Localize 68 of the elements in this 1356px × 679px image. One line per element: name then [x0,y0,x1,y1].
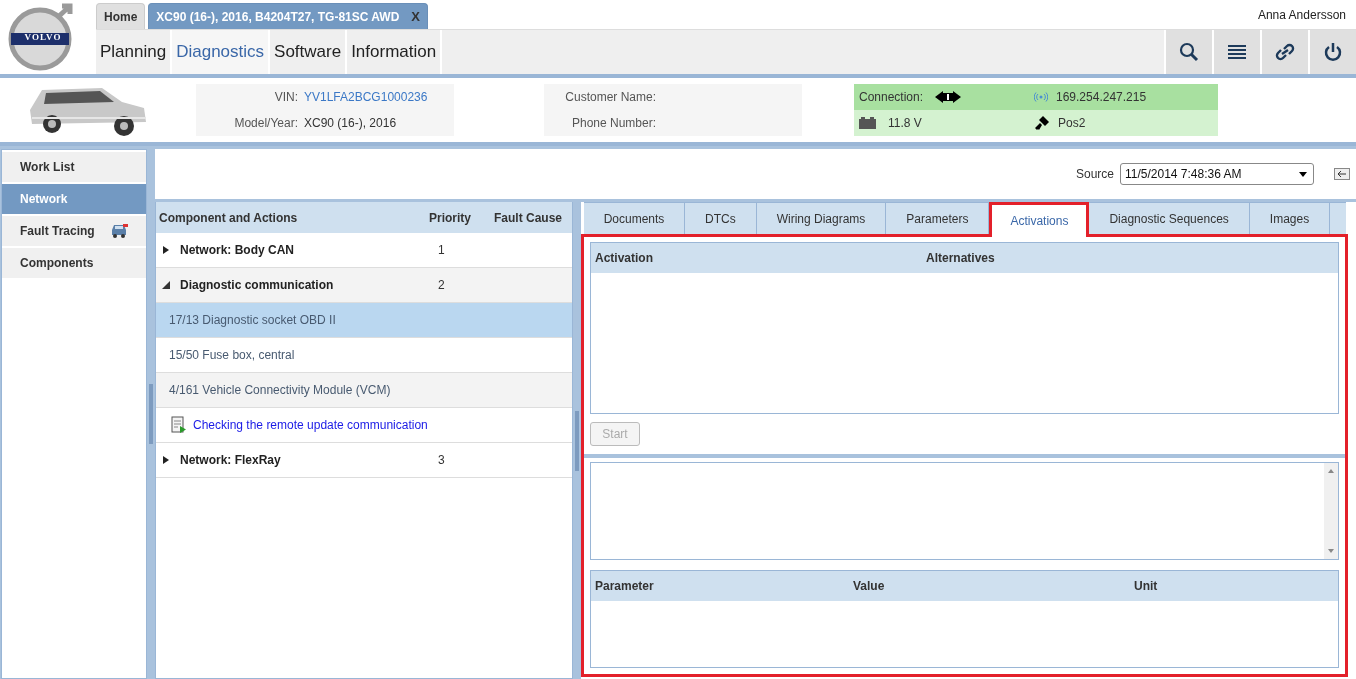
column-header: Activation [595,251,654,265]
scrollbar[interactable] [1324,463,1338,559]
menu-icon [1228,44,1246,60]
connector-icon [935,91,962,103]
tab[interactable]: Activations [989,202,1090,237]
column-header: Value [853,579,886,593]
expand-icon[interactable] [162,456,170,464]
field-label: Customer Name: [564,90,656,104]
logo-text: VOLVO [24,32,62,42]
column-header: Component and Actions [159,210,299,225]
tab[interactable]: Diagnostic Sequences [1089,202,1250,234]
tree-group-label[interactable]: Network: FlexRay [180,453,438,467]
sidebar-item[interactable]: Components [2,248,146,278]
caret-icon [1299,171,1307,177]
user-name: Anna Andersson [1257,7,1347,22]
column-header: Alternatives [926,251,995,265]
ip-address: 169.254.247.215 [1056,90,1147,104]
column-header: Fault Cause [494,210,562,225]
field-label: VIN: [273,90,298,104]
tab[interactable]: Documents [584,202,685,234]
link-icon [1275,43,1295,61]
signal-icon [1034,92,1048,102]
document-tab[interactable]: Home [96,3,146,29]
priority-value: 1 [438,243,446,257]
source-label: Source [1075,167,1114,181]
nav-item[interactable]: Information [347,30,443,74]
tab[interactable]: Images [1249,202,1331,234]
search-button[interactable] [1164,30,1212,74]
sidebar-item[interactable]: Fault Tracing [2,216,146,246]
key-position: Pos2 [1058,116,1086,130]
scroll-up-icon[interactable] [1328,469,1334,473]
tree-group-label[interactable]: Network: Body CAN [180,243,438,257]
vin-value: YV1LFA2BCG1000236 [304,90,428,104]
priority-value: 3 [438,453,446,467]
link-button[interactable] [1260,30,1308,74]
battery-icon [859,117,876,129]
tree-group-label[interactable]: Diagnostic communication [180,278,438,292]
power-button[interactable] [1308,30,1356,74]
column-header: Parameter [595,579,655,593]
column-header: Unit [1134,579,1158,593]
menu-button[interactable] [1212,30,1260,74]
tab[interactable]: Wiring Diagrams [756,202,887,234]
field-label: Phone Number: [570,116,656,130]
model-value: XC90 (16-), 2016 [304,116,397,130]
nav-item[interactable]: Software [270,30,348,74]
priority-value: 2 [438,278,446,292]
column-header: Priority [429,210,472,225]
document-play-icon [169,416,187,434]
document-tab[interactable]: XC90 (16-), 2016, B4204T27, TG-81SC AWD X [148,3,428,29]
sidebar-item[interactable]: Work List [2,152,146,182]
scroll-down-icon[interactable] [1328,549,1334,553]
export-icon[interactable] [1334,168,1350,180]
tab[interactable]: Parameters [886,202,990,234]
collapse-icon[interactable] [162,281,170,289]
tab[interactable]: DTCs [685,202,757,234]
close-icon[interactable]: X [411,9,420,24]
voltage-value: 11.8 V [888,116,922,130]
tree-item[interactable]: 17/13 Diagnostic socket OBD II [156,303,572,338]
search-icon [1179,42,1199,62]
tab-bar-background [1330,202,1346,234]
power-icon [1324,42,1342,62]
connection-label: Connection: [859,90,924,104]
expand-icon[interactable] [162,246,170,254]
key-icon [1034,115,1050,131]
field-label: Model/Year: [233,116,298,130]
source-dropdown[interactable]: 11/5/2014 7:48:36 AM [1120,163,1314,185]
tree-item[interactable]: 4/161 Vehicle Connectivity Module (VCM) [156,373,572,408]
nav-item[interactable]: Diagnostics [172,30,271,74]
